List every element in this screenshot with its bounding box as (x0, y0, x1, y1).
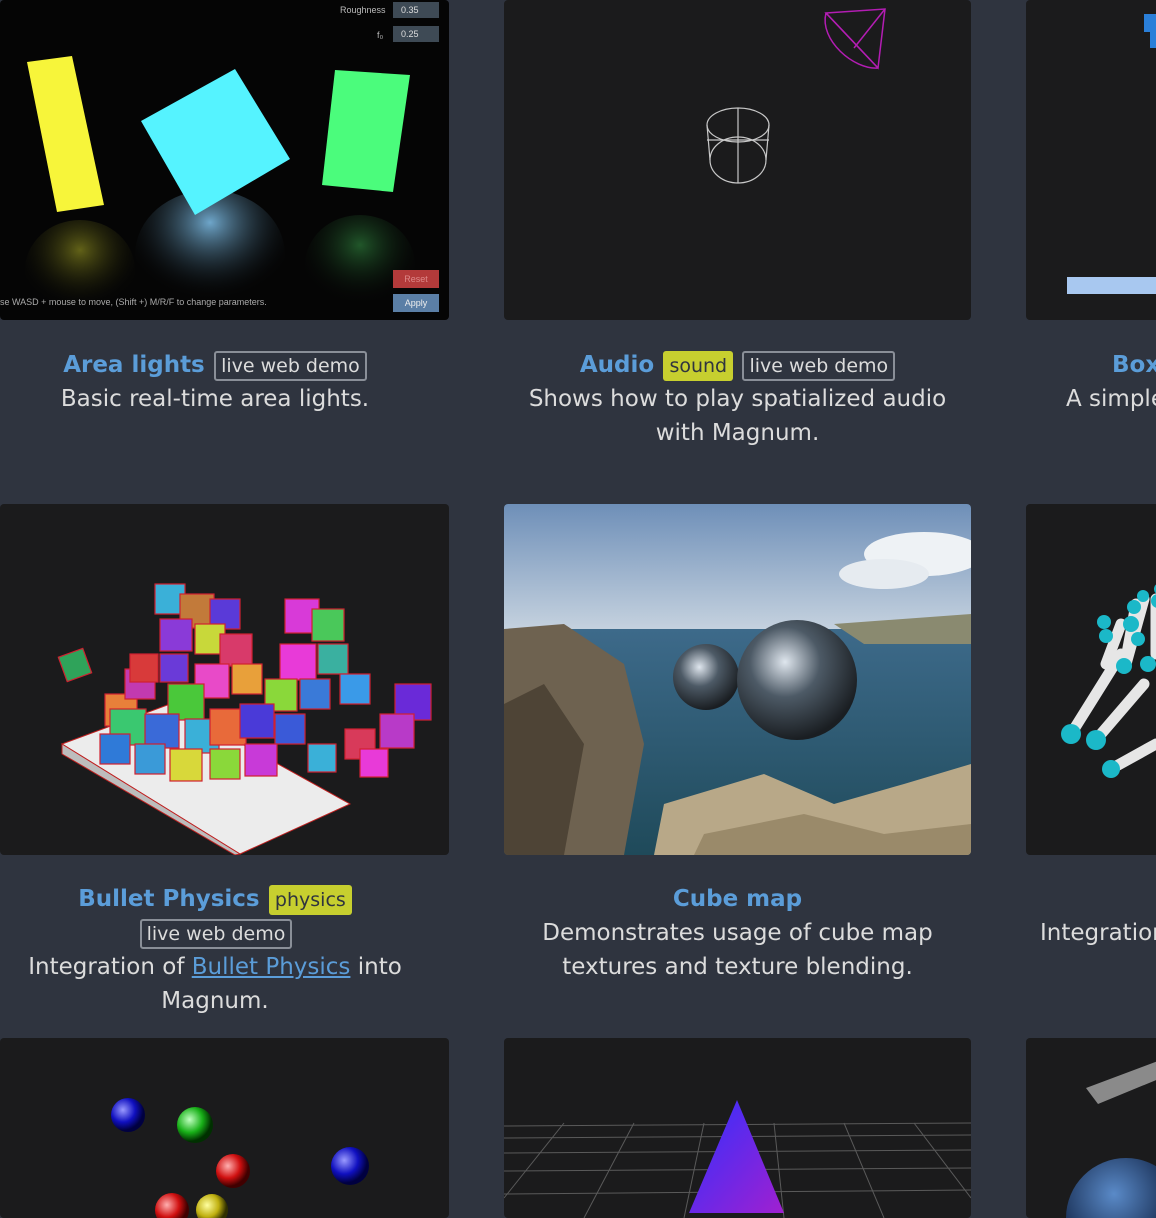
bullet-desc-prefix: Integration of (28, 954, 185, 980)
audio-description: Shows how to play spatialized audio with… (528, 386, 947, 446)
cube-map-caption: Cube map Demonstrates usage of cube map … (504, 882, 971, 984)
bullet-scene-image (57, 583, 432, 855)
bullet-title-link[interactable]: Bullet Physics (78, 886, 259, 912)
cube-map-title-link[interactable]: Cube map (673, 886, 802, 912)
cylinder-wireframe (706, 107, 770, 184)
roughness-input[interactable]: 0.35 (393, 2, 439, 18)
live-web-demo-badge[interactable]: live web demo (214, 350, 367, 381)
audio-thumbnail[interactable] (504, 0, 971, 320)
spheres-thumbnail[interactable] (0, 1038, 449, 1218)
box2d-scene-image (1067, 14, 1156, 294)
area-lights-thumbnail[interactable]: Roughness 0.35 f₀ 0.25 Reset Apply se WA… (0, 0, 449, 320)
grid-cone-thumbnail[interactable] (504, 1038, 971, 1218)
yellow-light (27, 56, 104, 212)
cube-map-thumbnail[interactable] (504, 504, 971, 855)
cone-wireframe (824, 8, 886, 70)
reset-button[interactable]: Reset (393, 270, 439, 288)
audio-caption: Audio sound live web demo Shows how to p… (504, 348, 971, 450)
cube-map-scene-image (504, 504, 971, 855)
roughness-label: Roughness (340, 5, 386, 15)
live-web-demo-badge[interactable]: live web demo (139, 918, 293, 949)
bullet-physics-link[interactable]: Bullet Physics (192, 954, 351, 980)
row3-right-thumbnail[interactable] (1026, 1038, 1156, 1218)
apply-button[interactable]: Apply (393, 294, 439, 312)
audio-scene-image (706, 8, 886, 184)
cube-map-description: Demonstrates usage of cube map textures … (542, 920, 933, 980)
colored-spheres-image (111, 1098, 369, 1218)
box2d-caption: Box A simple (1040, 348, 1156, 416)
f0-input[interactable]: 0.25 (393, 26, 439, 42)
bullet-caption: Bullet Physics physics live web demo Int… (0, 882, 430, 1018)
controls-hint: se WASD + mouse to move, (Shift +) M/R/F… (0, 297, 267, 307)
leap-hand-scene-image (1061, 584, 1156, 778)
area-lights-scene-image (25, 56, 415, 320)
leap-thumbnail[interactable] (1026, 504, 1156, 855)
area-lights-title-link[interactable]: Area lights (63, 352, 205, 378)
area-lights-description: Basic real-time area lights. (60, 386, 370, 412)
live-web-demo-badge[interactable]: live web demo (742, 350, 896, 381)
audio-title-link[interactable]: Audio (580, 352, 654, 378)
area-lights-caption: Area lights live web demo Basic real-tim… (0, 348, 430, 416)
bullet-thumbnail[interactable] (0, 504, 449, 855)
large-reflective-sphere (737, 620, 857, 740)
cyan-light (141, 69, 290, 215)
physics-badge[interactable]: physics (268, 884, 352, 915)
cone-shape (689, 1100, 784, 1213)
box2d-title-link[interactable]: Box (1112, 352, 1156, 378)
grid-cone-image (504, 1100, 971, 1218)
leap-caption: Integration (1040, 916, 1156, 950)
bullet-description: Integration of Bullet Physics into Magnu… (0, 950, 430, 1018)
row3-right-scene-image (1066, 1061, 1156, 1218)
box2d-description: A simple (1066, 386, 1156, 412)
sound-badge[interactable]: sound (663, 350, 734, 381)
leap-description: Integration (1040, 920, 1156, 946)
box2d-thumbnail[interactable] (1026, 0, 1156, 320)
green-light (322, 70, 410, 192)
small-reflective-sphere (673, 644, 739, 710)
cube-stack (57, 583, 432, 782)
f0-label: f₀ (377, 30, 384, 40)
